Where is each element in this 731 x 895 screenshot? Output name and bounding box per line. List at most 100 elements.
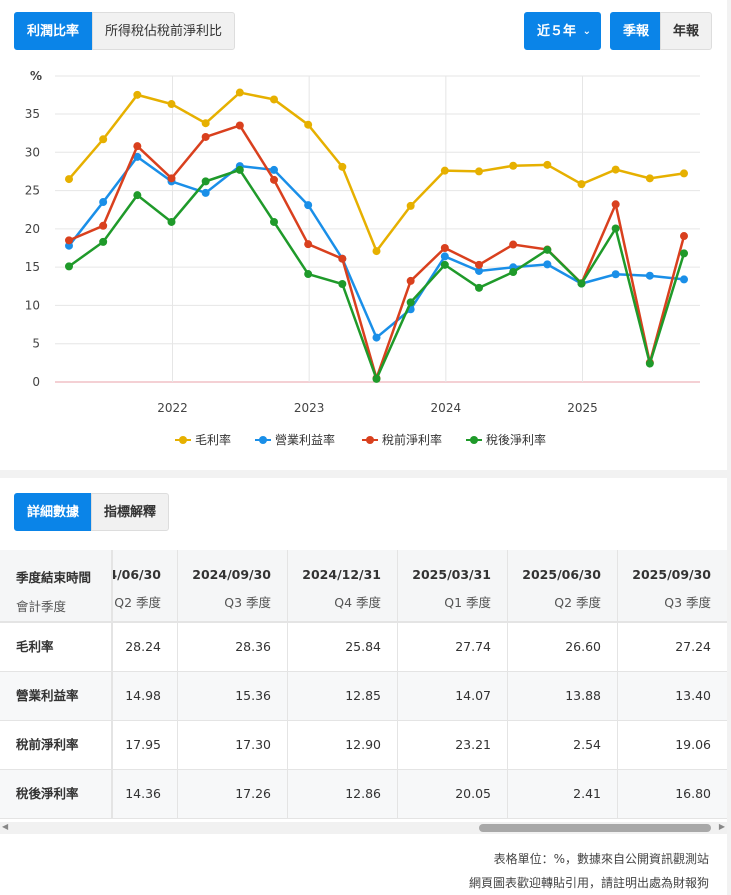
legend-label[interactable]: 稅前淨利率 xyxy=(382,432,442,447)
table-column: 2025/03/31 Q1 季度 27.74 14.07 23.21 20.05 xyxy=(398,550,508,819)
column-date: 2024/12/31 xyxy=(302,567,381,582)
data-point xyxy=(167,217,176,226)
tab-indicator-explain[interactable]: 指標解釋 xyxy=(91,493,170,531)
data-point xyxy=(270,95,278,104)
column-quarter: Q3 季度 xyxy=(664,595,711,610)
data-point xyxy=(509,268,518,277)
legend-label[interactable]: 稅後淨利率 xyxy=(486,432,546,447)
table-cell: 17.30 xyxy=(178,721,287,770)
x-tick-label: 2024 xyxy=(431,401,462,415)
header-sub: 會計季度 xyxy=(16,599,67,614)
data-point xyxy=(270,165,278,174)
table-cell: 28.24 xyxy=(113,623,177,672)
data-point xyxy=(270,217,278,226)
table-column: 2024/12/31 Q4 季度 25.84 12.85 12.90 12.86 xyxy=(288,550,398,819)
table-column: 2025/09/30 Q3 季度 27.24 13.40 19.06 16.80 xyxy=(618,550,727,819)
data-point xyxy=(235,88,244,97)
horizontal-scrollbar[interactable]: ◀ ▶ xyxy=(0,822,727,834)
data-point xyxy=(611,224,620,233)
table-cell: 12.86 xyxy=(288,770,397,819)
table-cell: 16.80 xyxy=(618,770,727,819)
data-point xyxy=(99,198,108,207)
data-point xyxy=(680,232,688,241)
data-point xyxy=(645,359,654,368)
table-cell: 14.36 xyxy=(113,770,177,819)
row-label: 營業利益率 xyxy=(0,672,111,721)
row-label: 稅後淨利率 xyxy=(0,770,111,819)
data-point xyxy=(304,120,313,129)
y-tick-label: 0 xyxy=(32,375,40,389)
legend-label[interactable]: 毛利率 xyxy=(195,432,231,447)
footer-unit-note: 表格單位：%，數據來自公開資訊觀測站 xyxy=(493,852,709,866)
data-point xyxy=(475,167,483,176)
data-point xyxy=(577,279,586,288)
table-cell: 14.98 xyxy=(113,672,177,721)
legend-marker xyxy=(470,436,478,444)
data-point xyxy=(543,245,552,254)
data-point xyxy=(509,161,518,170)
table-cell: 17.26 xyxy=(178,770,287,819)
data-point xyxy=(372,333,381,342)
table-cell: 17.95 xyxy=(113,721,177,770)
column-date: 2024/06/30 xyxy=(113,567,161,582)
data-point xyxy=(201,119,210,128)
y-axis-label: % xyxy=(30,69,42,83)
legend-label[interactable]: 營業利益率 xyxy=(275,432,335,447)
table-cell: 12.85 xyxy=(288,672,397,721)
data-point xyxy=(543,260,552,269)
table-cell: 27.74 xyxy=(398,623,507,672)
x-tick-label: 2023 xyxy=(294,401,325,415)
y-tick-label: 30 xyxy=(25,145,40,159)
data-point xyxy=(235,165,244,174)
column-quarter: Q2 季度 xyxy=(554,595,601,610)
table-cell: 14.07 xyxy=(398,672,507,721)
data-table: 季度結束時間會計季度 毛利率 營業利益率 稅前淨利率 稅後淨利率 2024/06… xyxy=(0,550,727,820)
data-point xyxy=(304,270,313,279)
data-point xyxy=(611,200,620,209)
data-point xyxy=(577,180,586,189)
data-point xyxy=(372,374,381,383)
table-cell: 23.21 xyxy=(398,721,507,770)
scroll-right-icon[interactable]: ▶ xyxy=(719,822,725,831)
x-tick-label: 2025 xyxy=(567,401,598,415)
data-point xyxy=(65,175,73,184)
data-point xyxy=(133,142,142,151)
y-tick-label: 20 xyxy=(25,222,40,236)
chart-card: 利潤比率 所得稅佔稅前淨利比 近５年 ⌄ 季報 年報 0 5 10 15 20 25 30 35… xyxy=(0,0,727,470)
series-line-3 xyxy=(68,168,686,383)
data-point xyxy=(167,174,176,183)
scrollbar-thumb[interactable] xyxy=(479,824,711,832)
table-scroll-area[interactable]: 2024/06/30Q2 季度28.2414.9817.9514.362024/… xyxy=(113,550,727,820)
table-column: 2025/06/30 Q2 季度 26.60 13.88 2.54 2.41 xyxy=(508,550,618,819)
table-cell: 19.06 xyxy=(618,721,727,770)
table-cell: 13.88 xyxy=(508,672,617,721)
tab-detail-data[interactable]: 詳細數據 xyxy=(14,493,93,531)
column-date: 2025/03/31 xyxy=(412,567,491,582)
header-label: 季度結束時間 xyxy=(16,570,92,585)
data-point xyxy=(304,240,313,249)
data-point xyxy=(680,275,688,284)
data-point xyxy=(372,247,381,256)
data-point xyxy=(167,100,176,109)
data-point xyxy=(406,201,415,210)
table-column: 2024/06/30 Q2 季度 28.2414.9817.9514.36 xyxy=(113,550,178,819)
y-tick-label: 25 xyxy=(25,184,40,198)
legend-marker xyxy=(259,436,267,444)
data-point xyxy=(270,175,278,184)
column-date: 2025/09/30 xyxy=(632,567,711,582)
data-point xyxy=(645,174,654,183)
line-chart: 05101520253035%2022 2023 2024 2025毛利率 營業利益率稅… xyxy=(25,69,700,447)
data-point xyxy=(304,201,313,210)
table-cell: 13.40 xyxy=(618,672,727,721)
data-point xyxy=(65,236,73,245)
detail-card: 詳細數據 指標解釋 季度結束時間 會計季度 毛利率 營業利益率 稅前淨利率 稅後淨… xyxy=(0,478,727,895)
table-column: 2024/09/30 Q3 季度 28.36 15.36 17.30 17.26 xyxy=(178,550,288,819)
footer-copyright-note: 網頁圖表歡迎轉貼引用，請註明出處為財報狗 xyxy=(468,876,709,890)
scroll-left-icon[interactable]: ◀ xyxy=(2,822,8,831)
column-quarter: Q4 季度 xyxy=(334,595,381,610)
data-point xyxy=(680,169,688,178)
data-point xyxy=(680,249,688,258)
column-date: 2024/09/30 xyxy=(192,567,271,582)
data-point xyxy=(543,160,552,169)
data-point xyxy=(201,177,210,186)
